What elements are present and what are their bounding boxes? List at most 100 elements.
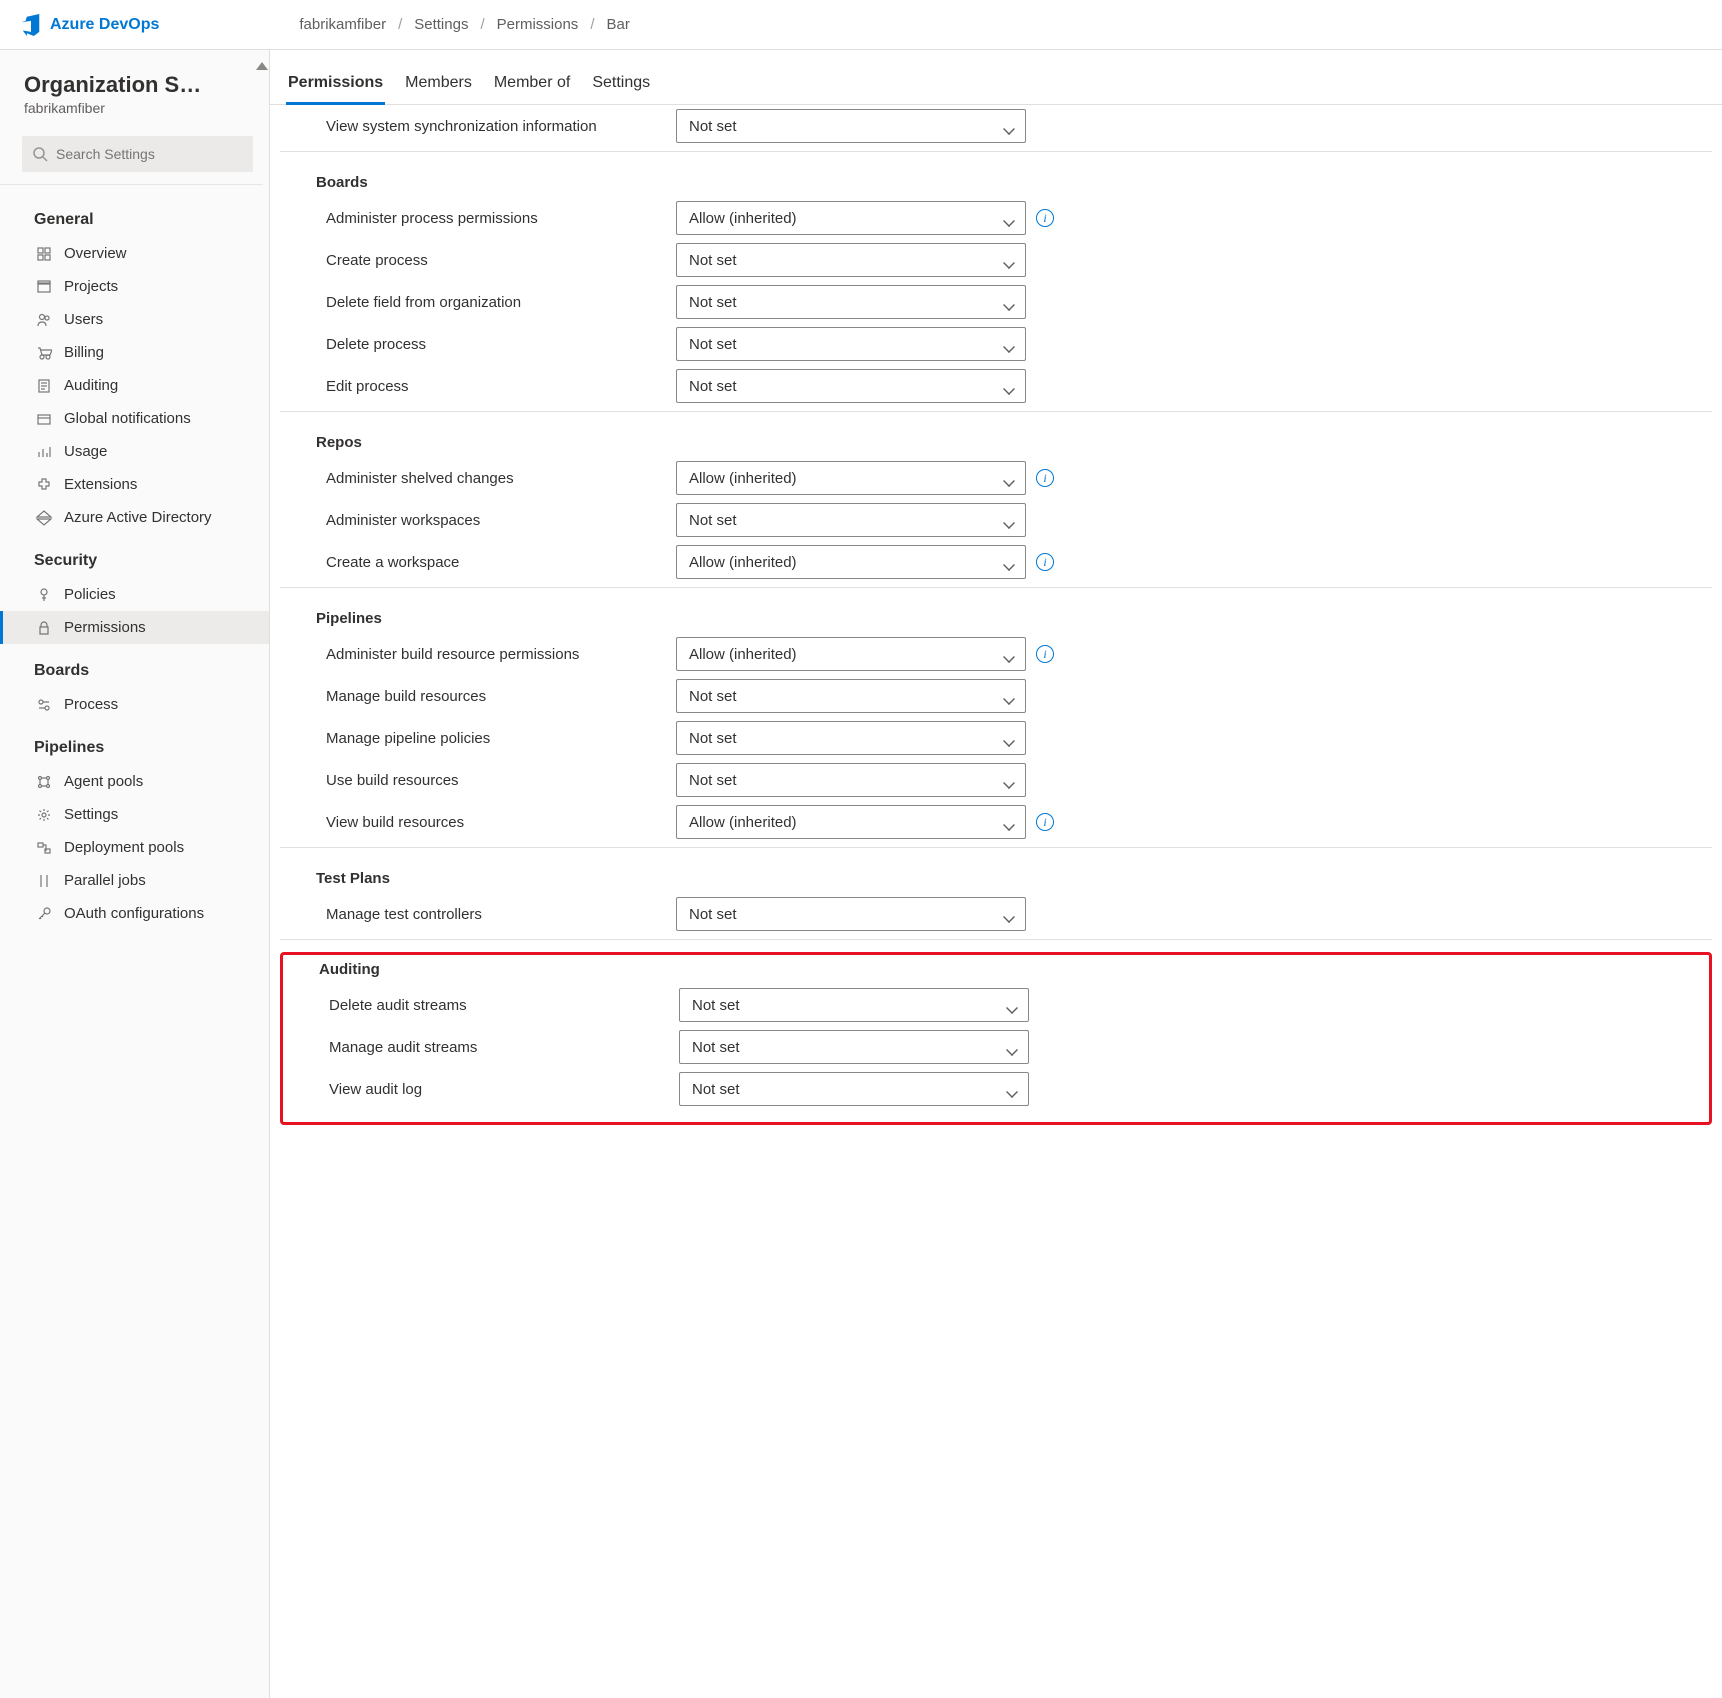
scroll-up-icon[interactable] (254, 52, 270, 80)
usage-icon (36, 444, 52, 460)
sidebar-item-extensions[interactable]: Extensions (0, 468, 269, 501)
permission-select[interactable]: Allow (inherited) (676, 805, 1026, 839)
settings-icon (36, 807, 52, 823)
permission-select[interactable]: Not set (676, 897, 1026, 931)
aad-icon (36, 510, 52, 526)
permission-label: View system synchronization information (326, 118, 666, 135)
sidebar-item-settings[interactable]: Settings (0, 798, 269, 831)
sidebar-item-deployment-pools[interactable]: Deployment pools (0, 831, 269, 864)
sidebar-item-usage[interactable]: Usage (0, 435, 269, 468)
agentpools-icon (36, 774, 52, 790)
breadcrumb-item[interactable]: Bar (606, 16, 629, 33)
sidebar-item-label: Parallel jobs (64, 872, 146, 889)
info-icon[interactable] (1036, 645, 1054, 663)
permission-label: View audit log (329, 1081, 669, 1098)
sidebar: Organization Setti… fabrikamfiber Genera… (0, 50, 270, 1698)
nav-group-boards: Boards (0, 644, 269, 688)
sidebar-item-label: Usage (64, 443, 107, 460)
sidebar-item-billing[interactable]: Billing (0, 336, 269, 369)
sidebar-item-label: Azure Active Directory (64, 509, 212, 526)
permission-select[interactable]: Not set (676, 763, 1026, 797)
permission-label: Manage audit streams (329, 1039, 669, 1056)
page-title: Organization Setti… (0, 50, 230, 100)
permission-row: Administer shelved changesAllow (inherit… (280, 457, 1712, 499)
sidebar-item-policies[interactable]: Policies (0, 578, 269, 611)
process-icon (36, 697, 52, 713)
extensions-icon (36, 477, 52, 493)
sidebar-item-label: Users (64, 311, 103, 328)
permission-label: Administer process permissions (326, 210, 666, 227)
permission-select[interactable]: Not set (676, 243, 1026, 277)
tab-permissions[interactable]: Permissions (286, 68, 385, 104)
permission-row: Administer workspacesNot set (280, 499, 1712, 541)
sidebar-item-process[interactable]: Process (0, 688, 269, 721)
permission-row: View system synchronization information … (280, 105, 1712, 147)
overview-icon (36, 246, 52, 262)
sidebar-item-oauth-configurations[interactable]: OAuth configurations (0, 897, 269, 930)
product-logo[interactable]: Azure DevOps (20, 14, 159, 36)
sidebar-item-label: Overview (64, 245, 127, 262)
section-title-pipelines: Pipelines (280, 588, 1712, 633)
permission-label: Manage build resources (326, 688, 666, 705)
tab-member-of[interactable]: Member of (492, 68, 572, 104)
nav-group-general: General (0, 193, 269, 237)
sidebar-item-projects[interactable]: Projects (0, 270, 269, 303)
permission-select[interactable]: Not set (676, 503, 1026, 537)
sidebar-item-agent-pools[interactable]: Agent pools (0, 765, 269, 798)
permission-row: Administer build resource permissions All… (280, 633, 1712, 675)
permission-row: View build resources Allow (inherited) (280, 801, 1712, 843)
deployment-icon (36, 840, 52, 856)
permission-row: Manage pipeline policiesNot set (280, 717, 1712, 759)
permission-row: Create processNot set (280, 239, 1712, 281)
permission-select[interactable]: Not set (679, 1030, 1029, 1064)
tab-members[interactable]: Members (403, 68, 474, 104)
permission-select[interactable]: Allow (inherited) (676, 637, 1026, 671)
info-icon[interactable] (1036, 469, 1054, 487)
permission-select[interactable]: Allow (inherited) (676, 201, 1026, 235)
tab-settings[interactable]: Settings (590, 68, 652, 104)
permission-select[interactable]: Not set (679, 1072, 1029, 1106)
sidebar-item-label: Policies (64, 586, 116, 603)
search-box[interactable] (22, 136, 253, 172)
permission-label: View build resources (326, 814, 666, 831)
permission-label: Edit process (326, 378, 666, 395)
permission-select[interactable]: Not set (676, 369, 1026, 403)
sidebar-item-label: Billing (64, 344, 104, 361)
permission-select[interactable]: Not set (676, 679, 1026, 713)
auditing-highlight: Auditing Delete audit streamsNot setMana… (280, 952, 1712, 1125)
sidebar-item-users[interactable]: Users (0, 303, 269, 336)
info-icon[interactable] (1036, 813, 1054, 831)
section-title-test-plans: Test Plans (280, 848, 1712, 893)
sidebar-item-parallel-jobs[interactable]: Parallel jobs (0, 864, 269, 897)
permission-row: View audit log Not set (283, 1068, 1703, 1110)
notifications-icon (36, 411, 52, 427)
permission-label: Administer build resource permissions (326, 646, 666, 663)
breadcrumb-item[interactable]: Permissions (497, 16, 579, 33)
permission-select[interactable]: Not set (676, 109, 1026, 143)
sidebar-item-auditing[interactable]: Auditing (0, 369, 269, 402)
permission-select[interactable]: Allow (inherited) (676, 461, 1026, 495)
permission-row: Manage test controllersNot set (280, 893, 1712, 935)
permission-select[interactable]: Not set (676, 721, 1026, 755)
permission-select[interactable]: Not set (676, 285, 1026, 319)
info-icon[interactable] (1036, 209, 1054, 227)
sidebar-item-global-notifications[interactable]: Global notifications (0, 402, 269, 435)
users-icon (36, 312, 52, 328)
sidebar-item-azure-active-directory[interactable]: Azure Active Directory (0, 501, 269, 534)
search-input[interactable] (56, 146, 243, 162)
permission-select[interactable]: Not set (679, 988, 1029, 1022)
info-icon[interactable] (1036, 553, 1054, 571)
sidebar-item-label: Projects (64, 278, 118, 295)
main-content: Permissions Members Member of Settings View… (270, 50, 1722, 1698)
breadcrumb-item[interactable]: fabrikamfiber (299, 16, 386, 33)
permission-label: Delete audit streams (329, 997, 669, 1014)
permission-label: Use build resources (326, 772, 666, 789)
projects-icon (36, 279, 52, 295)
sidebar-item-overview[interactable]: Overview (0, 237, 269, 270)
sidebar-item-label: Agent pools (64, 773, 143, 790)
permission-select[interactable]: Allow (inherited) (676, 545, 1026, 579)
permission-row: Administer process permissions Allow (inh… (280, 197, 1712, 239)
sidebar-item-permissions[interactable]: Permissions (0, 611, 269, 644)
permission-select[interactable]: Not set (676, 327, 1026, 361)
breadcrumb-item[interactable]: Settings (414, 16, 468, 33)
